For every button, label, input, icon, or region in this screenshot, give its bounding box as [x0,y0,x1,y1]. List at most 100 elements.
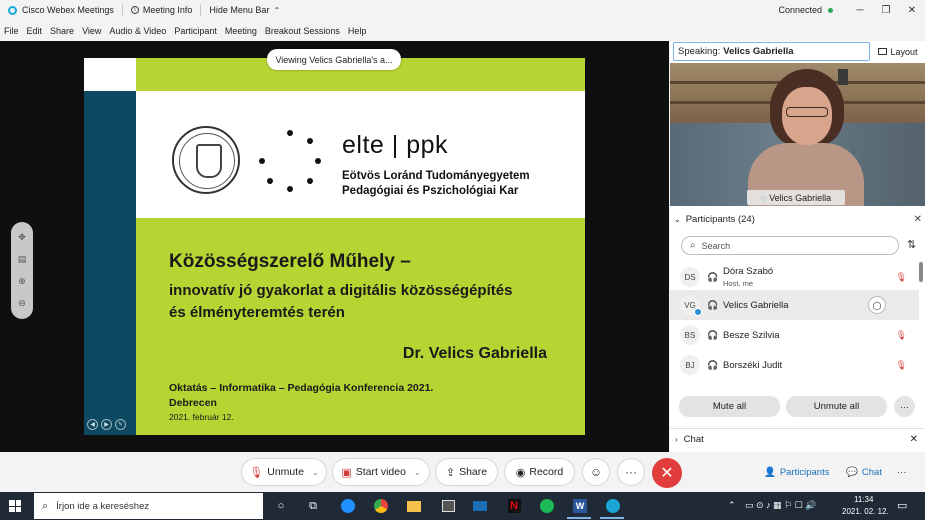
more-options-button[interactable]: ··· [617,458,645,486]
smiley-icon: ☺ [589,465,603,479]
pointer-tool-icon[interactable]: ✥ [18,232,26,243]
participants-more-button[interactable]: ··· [894,396,915,417]
taskbar-date[interactable]: 2021. 02. 12. [842,507,889,516]
chrome-icon[interactable] [372,497,390,515]
minimize-button[interactable]: ─ [847,0,873,20]
chat-header[interactable]: › Chat ✕ [670,428,925,450]
menu-file[interactable]: File [4,26,19,36]
participant-row[interactable]: VG 🎧 Velics Gabriella ◯ [670,290,919,320]
webex-taskbar-icon[interactable] [604,497,622,515]
record-button[interactable]: ◉ Record [504,458,575,486]
unmute-all-button[interactable]: Unmute all [786,396,887,417]
windows-start-icon[interactable] [9,500,21,512]
menu-audio-video[interactable]: Audio & Video [109,26,166,36]
slide-date: 2021. február 12. [169,412,234,422]
mute-all-button[interactable]: Mute all [679,396,780,417]
title-bar: Cisco Webex Meetings i Meeting Info Hide… [0,0,925,20]
layout-button[interactable]: Layout [873,42,923,61]
participants-header[interactable]: ⌄ Participants (24) ✕ [674,211,922,227]
close-participants-icon[interactable]: ✕ [914,214,922,225]
tray-apps-icon[interactable]: ▭ ⊙ ♪ ▦ ⚐ ☐ 🔊 [745,500,816,511]
chevron-right-icon: › [675,435,678,444]
presenter-badge-icon [694,308,702,316]
close-button[interactable]: ✕ [899,0,925,20]
tray-overflow-icon[interactable]: ⌃ [728,500,736,511]
video-off-icon: ▣ [341,466,352,479]
meeting-info-button[interactable]: i Meeting Info [123,0,201,20]
headset-icon: 🎧 [707,329,719,340]
restore-button[interactable]: ❐ [873,0,899,20]
chevron-down-icon[interactable]: ⌄ [414,468,421,477]
headset-icon: 🎧 [707,271,719,282]
search-icon: ⌕ [42,499,49,512]
menu-edit[interactable]: Edit [27,26,43,36]
participant-row[interactable]: DS 🎧 Dóra Szabó Host, me 🎙 [670,262,919,292]
participants-scrollbar[interactable] [919,262,923,282]
slide-city: Debrecen [169,397,217,409]
more-right-button[interactable]: ··· [897,462,907,482]
word-icon[interactable]: W [571,497,589,515]
speaker-video[interactable] [670,63,925,206]
file-explorer-icon[interactable] [405,497,423,515]
netflix-icon[interactable]: N [505,497,523,515]
spotify-icon[interactable] [538,497,556,515]
chevron-down-icon: ⌄ [674,214,681,224]
zoom-out-icon[interactable]: ⊖ [18,298,26,309]
mail-icon[interactable] [471,497,489,515]
taskbar-search-input[interactable]: ⌕ Írjon ide a kereséshez [34,493,263,519]
chevron-down-icon[interactable]: ⌄ [312,468,319,477]
elte-dots-logo-icon [259,130,321,192]
viewing-indicator[interactable]: Viewing Velics Gabriella's a... [267,49,401,70]
pen-icon[interactable]: ✎ [115,419,126,430]
menu-bar: File Edit Share View Audio & Video Parti… [0,21,925,40]
unmute-button[interactable]: 🎙 Unmute ⌄ [241,458,327,486]
start-video-button[interactable]: ▣ Start video ⌄ [332,458,430,486]
menu-help[interactable]: Help [348,26,367,36]
slide-university-line2: Pedagógiai és Pszichológiai Kar [342,185,519,197]
share-button[interactable]: ⇪ Share [435,458,498,486]
connection-status: Connected [778,5,833,15]
participants-tab[interactable]: 👤 Participants [764,462,829,482]
muted-mic-icon[interactable]: 🎙 [896,272,907,283]
cortana-icon[interactable]: ○ [272,497,290,515]
participant-row[interactable]: BJ 🎧 Borszéki Judit 🎙 [670,350,919,380]
edge-icon[interactable] [339,497,357,515]
menu-participant[interactable]: Participant [174,26,217,36]
reactions-button[interactable]: ☺ [582,458,610,486]
sort-icon[interactable]: ⇅ [907,238,916,251]
annotation-toolbar: ✥ ▤ ⊕ ⊖ [11,222,33,319]
zoom-in-icon[interactable]: ⊕ [18,276,26,287]
end-meeting-button[interactable]: ✕ [652,458,682,488]
close-chat-icon[interactable]: ✕ [910,434,918,445]
slide-university-line1: Eötvös Loránd Tudományegyetem [342,170,530,182]
previous-slide-icon[interactable]: ◀ [87,419,98,430]
info-icon: i [130,6,139,14]
chat-bubble-icon[interactable]: ◯ [868,296,886,314]
taskbar-time[interactable]: 11:34 [854,495,873,504]
notification-icon[interactable]: ▭ [897,499,907,512]
menu-breakout-sessions[interactable]: Breakout Sessions [265,26,340,36]
shared-slide: elte | ppk Eötvös Loránd Tudományegyetem… [84,58,585,435]
next-slide-icon[interactable]: ▶ [101,419,112,430]
chevron-up-icon: ⌃ [273,5,281,15]
participant-row[interactable]: BS 🎧 Besze Szilvia 🎙 [670,320,919,350]
menu-share[interactable]: Share [50,26,74,36]
muted-mic-icon[interactable]: 🎙 [896,360,907,371]
person-icon: 👤 [764,466,776,478]
store-icon[interactable] [439,497,457,515]
menu-meeting[interactable]: Meeting [225,26,257,36]
hide-menu-bar-button[interactable]: Hide Menu Bar ⌃ [201,0,288,20]
slide-title: Közösségszerelő Műhely – [169,251,411,272]
task-view-icon[interactable]: ⧉ [304,497,322,515]
avatar: VG [680,295,702,316]
chat-tab[interactable]: 💬 Chat [846,462,882,482]
muted-mic-icon[interactable]: 🎙 [896,330,907,341]
slide-conference: Oktatás – Informatika – Pedagógia Konfer… [169,382,434,394]
menu-view[interactable]: View [82,26,101,36]
save-tool-icon[interactable]: ▤ [18,254,27,265]
university-seal-icon [172,126,240,194]
video-name-tag: ◌ Velics Gabriella [747,190,845,205]
app-title: Cisco Webex Meetings [0,0,122,20]
participant-search-input[interactable]: ⌕ Search [681,236,899,255]
window-controls: Connected ─ ❐ ✕ [778,0,925,20]
